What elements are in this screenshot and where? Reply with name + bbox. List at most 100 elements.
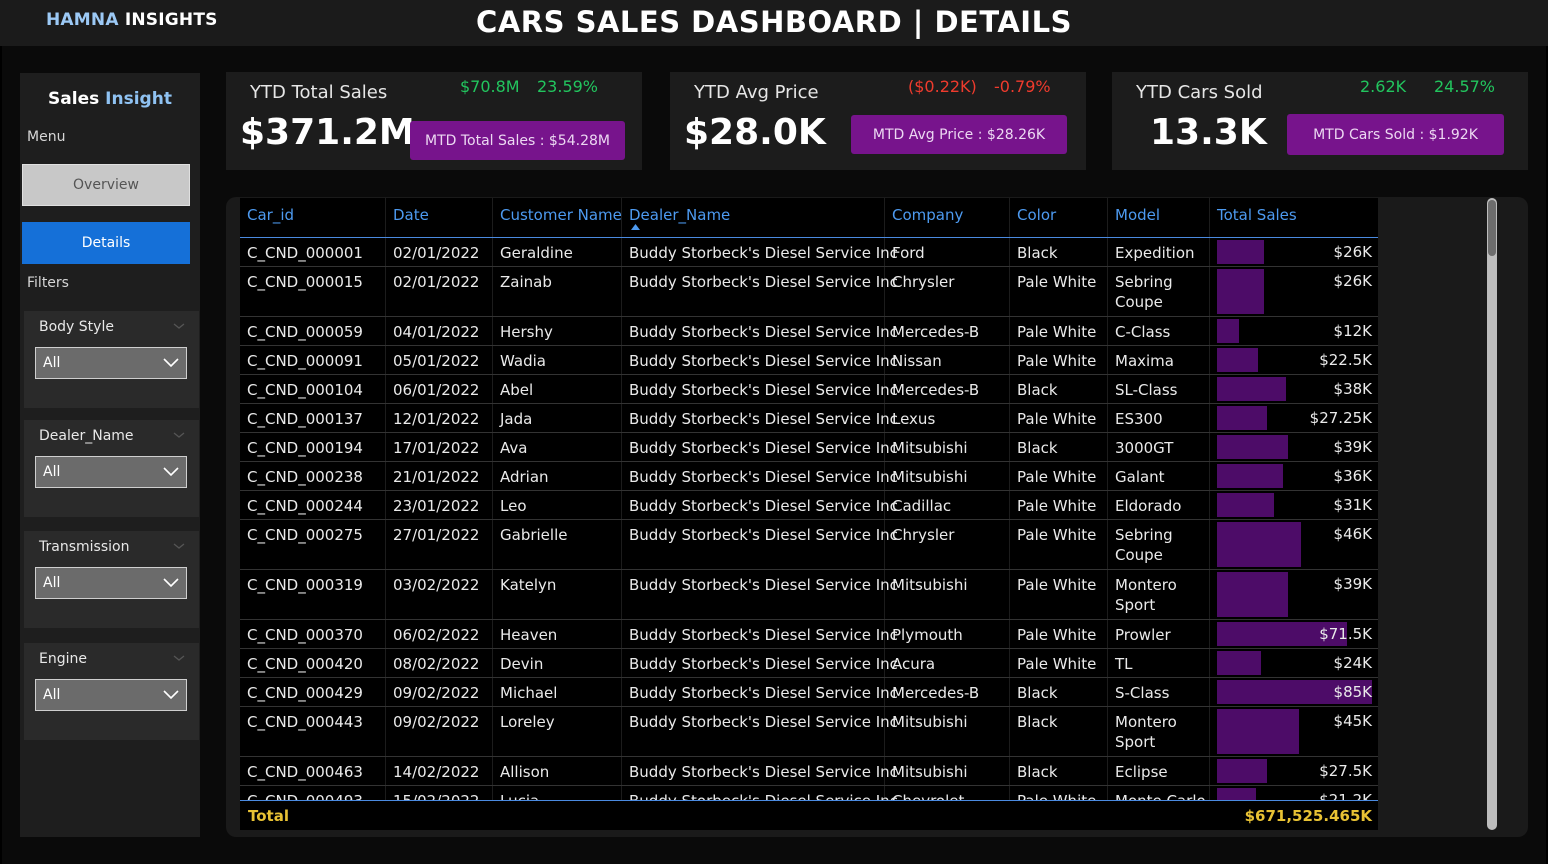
sort-ascending-icon[interactable]: [631, 224, 640, 230]
sales-data-bar: [1217, 464, 1283, 488]
mtd-total-sales-badge: MTD Total Sales : $54.28M: [410, 121, 625, 160]
column-header-company[interactable]: Company: [892, 206, 963, 224]
engine-dropdown[interactable]: All: [35, 679, 187, 711]
scrollbar-thumb[interactable]: [1488, 200, 1496, 256]
cell-color: Pale White: [1017, 655, 1097, 673]
cell-color: Pale White: [1017, 352, 1097, 370]
cell-company: Mercedes-B: [892, 684, 980, 702]
chevron-down-icon[interactable]: [173, 320, 185, 332]
body-style-dropdown[interactable]: All: [35, 347, 187, 379]
cell-customer: Allison: [500, 763, 550, 781]
cell-customer: Hershy: [500, 323, 553, 341]
cell-car-id: C_CND_000275: [247, 526, 363, 544]
transmission-dropdown[interactable]: All: [35, 567, 187, 599]
filter-body-style-label: Body Style: [39, 319, 114, 335]
cell-customer: Adrian: [500, 468, 549, 486]
cell-total-sales: $21.2K: [1319, 791, 1372, 800]
cell-model: Montero Sport: [1115, 713, 1177, 751]
table-row[interactable]: C_CND_000429 09/02/2022 Michael Buddy Storb…: [240, 678, 1378, 707]
chevron-down-icon: [163, 578, 179, 588]
cell-model: SL-Class: [1115, 381, 1178, 399]
table-row[interactable]: C_CND_000493 15/02/2022 Lucia Buddy Storbec…: [240, 786, 1378, 800]
cell-company: Mitsubishi: [892, 439, 968, 457]
column-header-date[interactable]: Date: [393, 206, 429, 224]
chevron-down-icon: [163, 690, 179, 700]
dealer-name-dropdown[interactable]: All: [35, 456, 187, 488]
cell-customer: Heaven: [500, 626, 558, 644]
sales-data-bar: [1217, 435, 1288, 459]
table-row[interactable]: C_CND_000463 14/02/2022 Allison Buddy Storb…: [240, 757, 1378, 786]
cell-total-sales: $85K: [1333, 683, 1372, 701]
cell-date: 02/01/2022: [393, 244, 480, 262]
table-row[interactable]: C_CND_000275 27/01/2022 Gabrielle Buddy Sto…: [240, 520, 1378, 570]
cell-company: Chrysler: [892, 526, 955, 544]
kpi-delta-pct: 24.57%: [1434, 77, 1496, 96]
cell-date: 03/02/2022: [393, 576, 480, 594]
table-row[interactable]: C_CND_000420 08/02/2022 Devin Buddy Storbec…: [240, 649, 1378, 678]
mtd-avg-price-badge: MTD Avg Price : $28.26K: [851, 115, 1067, 154]
sales-data-bar: [1217, 651, 1261, 675]
cell-car-id: C_CND_000370: [247, 626, 363, 644]
kpi-delta-pct: -0.79%: [994, 77, 1051, 96]
cell-customer: Loreley: [500, 713, 555, 731]
column-header-customer-name[interactable]: Customer Name: [500, 206, 622, 224]
cell-car-id: C_CND_000238: [247, 468, 363, 486]
cell-company: Mitsubishi: [892, 576, 968, 594]
filter-transmission-label: Transmission: [39, 539, 130, 555]
column-header-model[interactable]: Model: [1115, 206, 1160, 224]
table-row[interactable]: C_CND_000319 03/02/2022 Katelyn Buddy Storb…: [240, 570, 1378, 620]
table-body: C_CND_000001 02/01/2022 Geraldine Buddy Sto…: [240, 238, 1378, 800]
cell-date: 02/01/2022: [393, 273, 480, 291]
cell-company: Mitsubishi: [892, 763, 968, 781]
nav-details-button[interactable]: Details: [22, 222, 190, 264]
sales-data-bar: [1217, 493, 1274, 517]
filter-dealer-name: Dealer_Name All: [24, 420, 199, 517]
nav-overview-button[interactable]: Overview: [22, 164, 190, 206]
chevron-down-icon: [163, 358, 179, 368]
cell-date: 23/01/2022: [393, 497, 480, 515]
table-row[interactable]: C_CND_000137 12/01/2022 Jada Buddy Storbeck…: [240, 404, 1378, 433]
cell-model: TL: [1115, 655, 1133, 673]
body-style-value: All: [43, 355, 61, 371]
cell-dealer: Buddy Storbeck's Diesel Service Inc: [629, 713, 898, 731]
cell-color: Pale White: [1017, 626, 1097, 644]
cell-color: Pale White: [1017, 468, 1097, 486]
kpi-label: YTD Cars Sold: [1136, 82, 1263, 103]
table-scrollbar[interactable]: [1487, 198, 1497, 830]
cell-customer: Lucia: [500, 791, 539, 800]
sales-data-bar: [1217, 522, 1301, 567]
column-header-car-id[interactable]: Car_id: [247, 206, 294, 224]
cell-model: Expedition: [1115, 244, 1195, 262]
chevron-down-icon[interactable]: [173, 429, 185, 441]
filter-engine-label: Engine: [39, 651, 87, 667]
cell-dealer: Buddy Storbeck's Diesel Service Inc: [629, 468, 898, 486]
cell-model: Eldorado: [1115, 497, 1182, 515]
column-header-total-sales[interactable]: Total Sales: [1217, 206, 1297, 224]
table-row[interactable]: C_CND_000104 06/01/2022 Abel Buddy Storbeck…: [240, 375, 1378, 404]
table-row[interactable]: C_CND_000059 04/01/2022 Hershy Buddy Storbe…: [240, 317, 1378, 346]
column-header-color[interactable]: Color: [1017, 206, 1056, 224]
table-row[interactable]: C_CND_000091 05/01/2022 Wadia Buddy Storbec…: [240, 346, 1378, 375]
table-row[interactable]: C_CND_000443 09/02/2022 Loreley Buddy Storb…: [240, 707, 1378, 757]
kpi-card-ytd-total-sales: YTD Total Sales $371.2M $70.8M 23.59% MT…: [226, 72, 642, 170]
cell-model: Sebring Coupe: [1115, 273, 1173, 311]
table-row[interactable]: C_CND_000238 21/01/2022 Adrian Buddy Storbe…: [240, 462, 1378, 491]
table-row[interactable]: C_CND_000370 06/02/2022 Heaven Buddy Storbe…: [240, 620, 1378, 649]
table-row[interactable]: C_CND_000244 23/01/2022 Leo Buddy Storbeck'…: [240, 491, 1378, 520]
cell-company: Acura: [892, 655, 936, 673]
table-row[interactable]: C_CND_000001 02/01/2022 Geraldine Buddy Sto…: [240, 238, 1378, 267]
cell-car-id: C_CND_000104: [247, 381, 363, 399]
cell-model: Galant: [1115, 468, 1165, 486]
cell-car-id: C_CND_000319: [247, 576, 363, 594]
cell-dealer: Buddy Storbeck's Diesel Service Inc: [629, 526, 898, 544]
cell-total-sales: $46K: [1333, 525, 1372, 543]
table-row[interactable]: C_CND_000194 17/01/2022 Ava Buddy Storbeck'…: [240, 433, 1378, 462]
chevron-down-icon[interactable]: [173, 540, 185, 552]
chevron-down-icon[interactable]: [173, 652, 185, 664]
cell-car-id: C_CND_000420: [247, 655, 363, 673]
cell-customer: Gabrielle: [500, 526, 568, 544]
filter-engine: Engine All: [24, 643, 199, 740]
column-header-dealer-name[interactable]: Dealer_Name: [629, 206, 730, 224]
table-row[interactable]: C_CND_000015 02/01/2022 Zainab Buddy Storbe…: [240, 267, 1378, 317]
transmission-value: All: [43, 575, 61, 591]
